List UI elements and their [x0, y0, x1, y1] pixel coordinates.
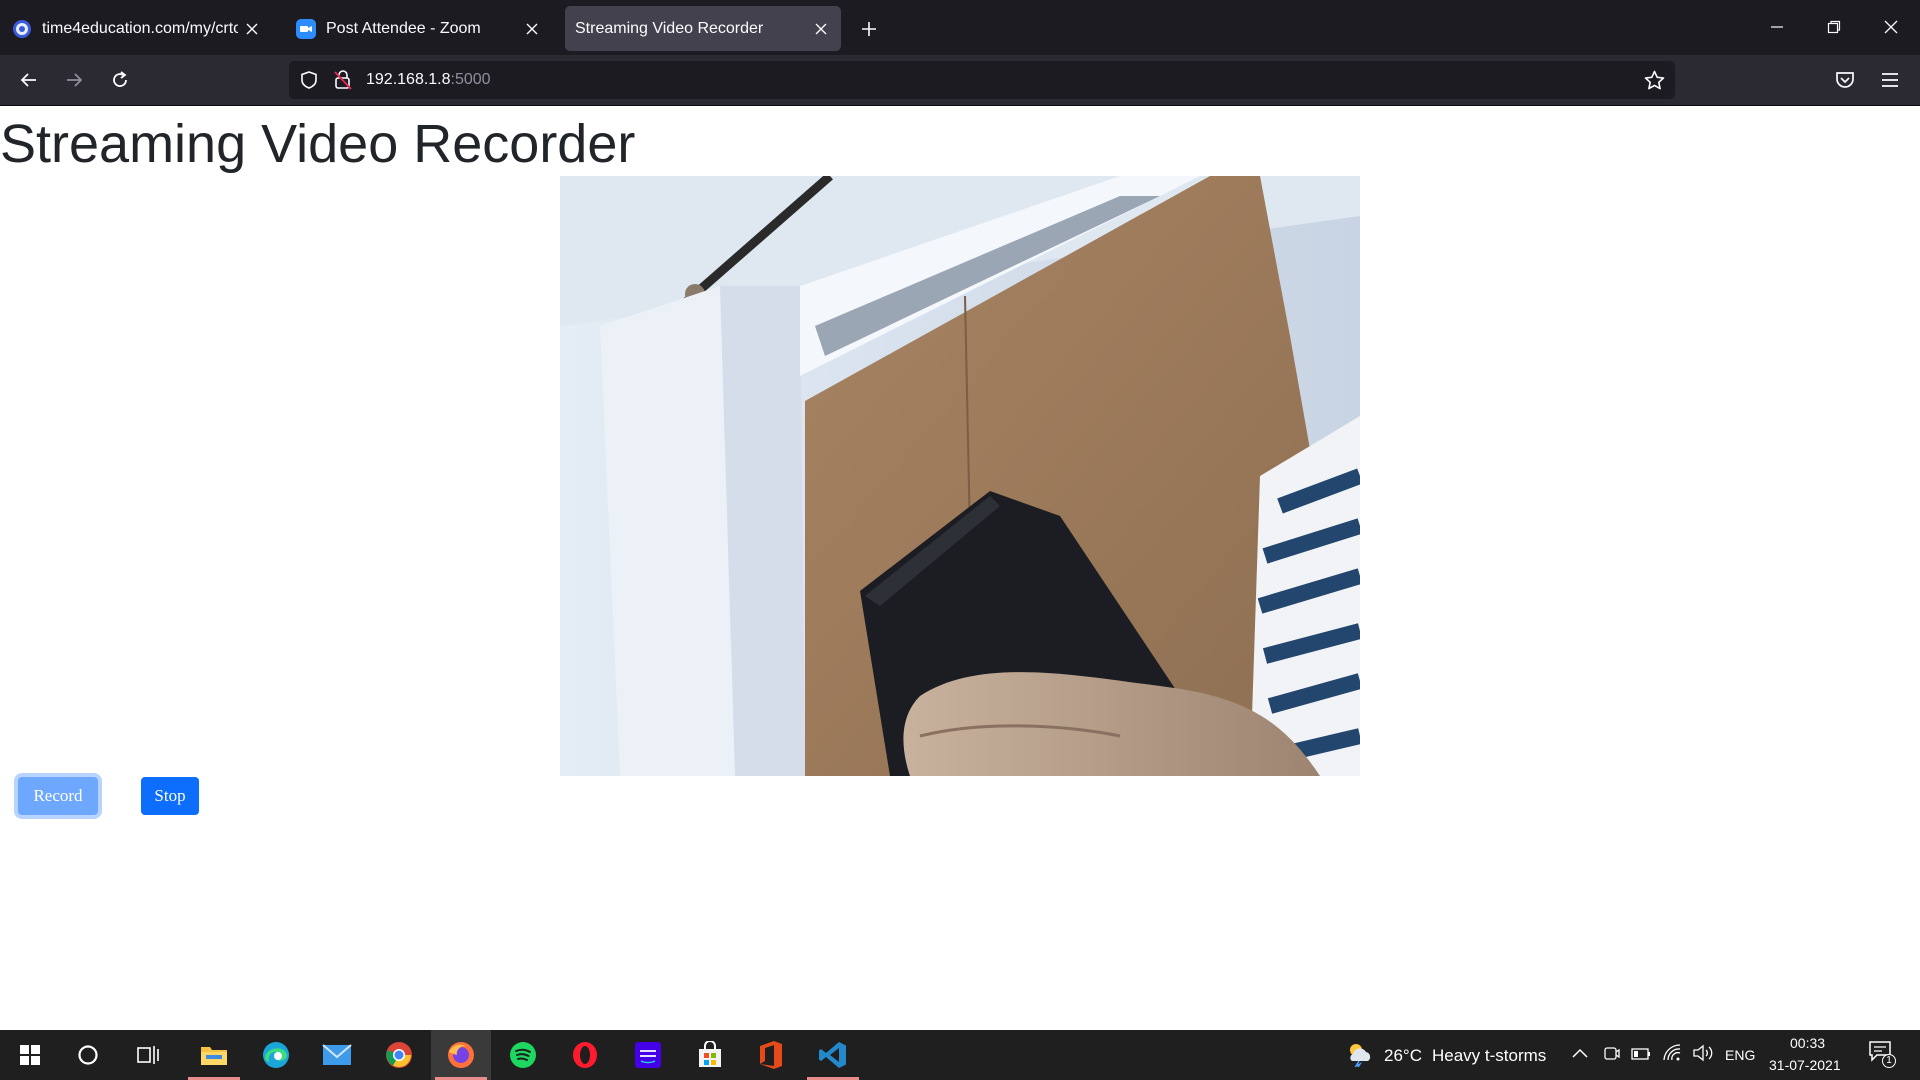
- pocket-button[interactable]: [1827, 62, 1863, 98]
- reload-icon: [113, 71, 127, 87]
- page-title: Streaming Video Recorder: [0, 114, 636, 174]
- browser-nav-bar: 192.168.1.8:5000: [0, 55, 1920, 106]
- hamburger-menu-icon: [1882, 73, 1898, 87]
- record-button[interactable]: Record: [18, 777, 98, 815]
- spotify-icon: [510, 1042, 536, 1068]
- clock-date[interactable]: 31-07-2021: [1769, 1057, 1841, 1073]
- opera-icon: [573, 1042, 597, 1068]
- start-button[interactable]: [0, 1030, 60, 1080]
- video-stream: [560, 176, 1360, 776]
- back-button[interactable]: [11, 62, 47, 98]
- vscode-icon: [819, 1042, 846, 1068]
- tab-zoom[interactable]: Post Attendee - Zoom: [284, 6, 552, 51]
- tab-time4education[interactable]: time4education.com/my/crtonl: [0, 6, 272, 51]
- windows-logo-icon: [20, 1045, 40, 1065]
- close-tab-icon[interactable]: [518, 15, 546, 43]
- chevron-up-icon[interactable]: [1572, 1047, 1588, 1059]
- store-bag-icon: [699, 1041, 721, 1067]
- close-window-button[interactable]: [1868, 6, 1914, 48]
- spotify-app[interactable]: [493, 1030, 553, 1080]
- cortana-circle-icon: [78, 1045, 98, 1065]
- zoom-favicon-icon: [296, 18, 316, 39]
- tab-title: Streaming Video Recorder: [575, 19, 764, 37]
- office-app[interactable]: [741, 1030, 801, 1080]
- insecure-lock-icon[interactable]: [334, 70, 352, 90]
- mail-app[interactable]: [307, 1030, 367, 1080]
- webcam-frame-image: [560, 176, 1360, 776]
- page-content: Streaming Video Recorder Record Stop: [0, 107, 1920, 1030]
- browser-tab-bar: time4education.com/my/crtonl Post Attend…: [0, 0, 1920, 55]
- time4education-favicon-icon: [13, 19, 31, 38]
- task-view-button[interactable]: [118, 1030, 178, 1080]
- reload-button[interactable]: [102, 62, 138, 98]
- wifi-icon[interactable]: [1662, 1044, 1682, 1062]
- windows-taskbar: 26°C Heavy t-storms ENG 00:33 31-07-2021…: [0, 1030, 1920, 1080]
- bookmark-star-icon[interactable]: [1644, 70, 1665, 91]
- new-tab-button[interactable]: [852, 12, 886, 46]
- close-icon: [1884, 20, 1898, 34]
- chrome-icon: [386, 1042, 412, 1068]
- forward-button[interactable]: [56, 62, 92, 98]
- search-button[interactable]: [58, 1030, 118, 1080]
- pocket-icon: [1836, 72, 1854, 88]
- opera-app[interactable]: [555, 1030, 615, 1080]
- mail-envelope-icon: [322, 1044, 352, 1065]
- tab-title: time4education.com/my/crtonl: [42, 19, 238, 37]
- clock-time[interactable]: 00:33: [1790, 1035, 1825, 1051]
- arrow-right-icon: [67, 73, 83, 87]
- meet-now-icon[interactable]: [1603, 1045, 1621, 1063]
- file-explorer-app[interactable]: [184, 1030, 244, 1080]
- folder-icon: [201, 1047, 227, 1065]
- firefox-icon: [448, 1042, 474, 1068]
- plus-icon: [862, 22, 876, 36]
- battery-icon[interactable]: [1631, 1047, 1651, 1061]
- address-bar[interactable]: 192.168.1.8:5000: [289, 61, 1675, 99]
- restore-icon: [1827, 20, 1841, 34]
- stop-button[interactable]: Stop: [141, 777, 199, 815]
- weather-condition[interactable]: Heavy t-storms: [1432, 1046, 1546, 1066]
- weather-temperature[interactable]: 26°C: [1384, 1046, 1422, 1066]
- minimize-icon: [1771, 26, 1783, 28]
- arrow-left-icon: [20, 73, 36, 87]
- action-center-button[interactable]: 1: [1868, 1040, 1898, 1070]
- vscode-app[interactable]: [803, 1030, 863, 1080]
- edge-icon: [263, 1042, 289, 1068]
- firefox-app[interactable]: [431, 1030, 491, 1080]
- amazon-music-icon: [635, 1042, 661, 1068]
- url-text[interactable]: 192.168.1.8:5000: [366, 71, 491, 89]
- microsoft-store-app[interactable]: [680, 1030, 740, 1080]
- edge-app[interactable]: [246, 1030, 306, 1080]
- close-tab-icon[interactable]: [238, 15, 266, 43]
- restore-button[interactable]: [1811, 6, 1857, 48]
- chrome-app[interactable]: [369, 1030, 429, 1080]
- close-tab-icon[interactable]: [807, 15, 835, 43]
- tab-title: Post Attendee - Zoom: [326, 19, 481, 37]
- tab-streaming-video-recorder[interactable]: Streaming Video Recorder: [565, 6, 841, 51]
- amazon-music-app[interactable]: [618, 1030, 678, 1080]
- office-icon: [760, 1041, 782, 1069]
- weather-storm-icon[interactable]: [1344, 1041, 1374, 1067]
- url-host: 192.168.1.8: [366, 71, 451, 88]
- volume-icon[interactable]: [1692, 1044, 1714, 1062]
- menu-button[interactable]: [1872, 62, 1908, 98]
- shield-icon[interactable]: [299, 70, 319, 90]
- minimize-button[interactable]: [1754, 6, 1800, 48]
- url-port: :5000: [450, 71, 491, 88]
- task-view-icon: [137, 1046, 159, 1064]
- notification-count-badge: 1: [1882, 1054, 1896, 1068]
- input-language[interactable]: ENG: [1725, 1047, 1755, 1063]
